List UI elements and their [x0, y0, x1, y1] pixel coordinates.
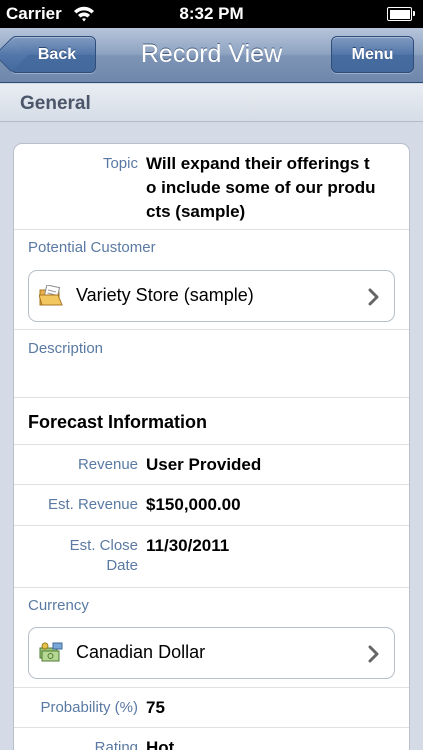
- forecast-heading: Forecast Information: [28, 412, 208, 432]
- topic-label: Topic: [102, 155, 138, 172]
- currency-label: Currency: [28, 597, 89, 614]
- est-close-date-label-line: Est. Close: [69, 537, 138, 554]
- topic-value-line: Will expand their offerings t: [146, 154, 370, 173]
- potential-customer-label: Potential Customer: [28, 239, 156, 256]
- record-card: Topic Will expand their offerings t o in…: [13, 143, 410, 750]
- rating-row: Rating Hot: [14, 728, 409, 750]
- currency-lookup[interactable]: Canadian Dollar: [28, 627, 395, 679]
- topic-value-line: o include some of our produ: [146, 178, 376, 197]
- rating-label: Rating: [94, 739, 138, 750]
- menu-button[interactable]: Menu: [331, 36, 414, 73]
- est-close-date-row: Est. Close Date 11/30/2011: [14, 526, 409, 588]
- revenue-label: Revenue: [77, 456, 138, 473]
- est-revenue-value: $150,000.00: [146, 495, 241, 514]
- revenue-row: Revenue User Provided: [14, 445, 409, 485]
- description-row[interactable]: Description: [14, 330, 409, 398]
- battery-icon: [387, 7, 415, 21]
- menu-button-label: Menu: [351, 45, 394, 63]
- status-bar: Carrier 8:32 PM: [0, 0, 423, 28]
- description-label: Description: [28, 340, 104, 357]
- folder-document-icon: [39, 285, 63, 306]
- forecast-heading-row: Forecast Information: [14, 398, 409, 445]
- currency-value: Canadian Dollar: [76, 642, 206, 662]
- probability-value: 75: [146, 698, 165, 717]
- est-close-date-label-line: Date: [106, 557, 138, 574]
- probability-row: Probability (%) 75: [14, 688, 409, 728]
- topic-value-line: cts (sample): [146, 202, 246, 221]
- est-close-date-label: Est. Close Date: [14, 536, 138, 576]
- navigation-bar: Back Record View Menu: [0, 28, 423, 83]
- est-revenue-row: Est. Revenue $150,000.00: [14, 485, 409, 526]
- est-close-date-value: 11/30/2011: [146, 536, 230, 555]
- topic-row: Topic Will expand their offerings t o in…: [14, 144, 409, 230]
- section-title: General: [20, 93, 91, 114]
- est-revenue-label: Est. Revenue: [47, 496, 138, 513]
- currency-icon: [39, 642, 63, 662]
- section-header: General: [0, 84, 423, 122]
- potential-customer-lookup[interactable]: Variety Store (sample): [28, 270, 395, 322]
- probability-label: Probability (%): [40, 699, 138, 716]
- status-time: 8:32 PM: [179, 4, 244, 23]
- currency-row: Currency Canadian Dollar: [14, 588, 409, 688]
- chevron-right-icon: [368, 288, 379, 306]
- potential-customer-value: Variety Store (sample): [76, 285, 254, 305]
- rating-value: Hot: [146, 738, 175, 750]
- revenue-value: User Provided: [146, 455, 262, 474]
- chevron-right-icon: [368, 645, 379, 663]
- topic-value: Will expand their offerings t o include …: [146, 152, 376, 224]
- potential-customer-row: Potential Customer Variety Store (sample…: [14, 230, 409, 330]
